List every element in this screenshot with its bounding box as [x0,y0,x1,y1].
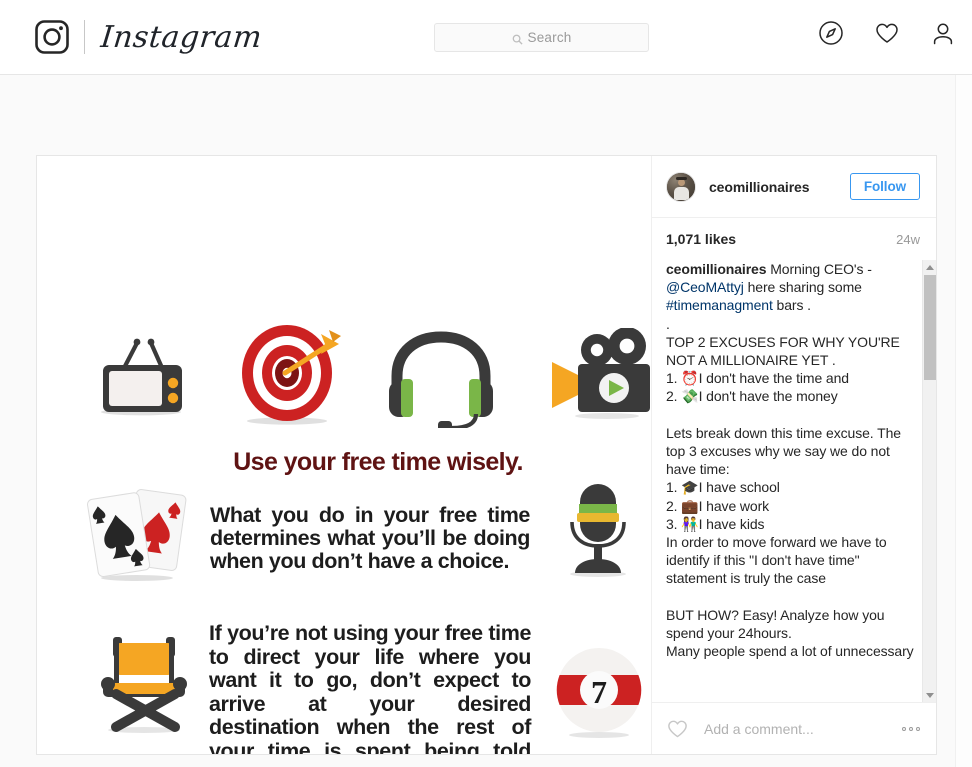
image-headline: Use your free time wisely. [233,448,523,476]
heart-icon[interactable] [666,717,689,740]
more-options-icon[interactable] [900,721,922,737]
billiard-ball-icon: 7 [553,646,645,743]
post-timestamp: 24w [896,231,920,247]
playing-cards-icon [79,483,195,588]
instagram-wordmark[interactable]: Instagram [99,20,264,55]
compass-explore-icon[interactable] [818,20,844,46]
post-image[interactable]: Use your free time wisely. What you do i… [37,156,651,754]
director-chair-icon [89,628,199,739]
image-quote-primary: What you do in your free time determines… [210,503,530,573]
avatar-hat [676,177,688,181]
heart-activity-icon[interactable] [874,20,900,46]
caption-scrollbar-thumb[interactable] [924,275,936,380]
instagram-camera-icon[interactable] [34,19,70,55]
brand-area[interactable]: Instagram [34,19,264,55]
search-input[interactable]: Search [434,23,649,52]
caption-scroll-region[interactable]: ceomillionaires Morning CEO's - @CeoMAtt… [652,260,922,702]
microphone-icon [555,478,641,583]
post-meta-row: 1,071 likes 24w [652,218,936,260]
caption-hashtag[interactable]: #timemanagment [666,297,773,313]
billiard-ball-number: 7 [591,674,607,710]
like-count[interactable]: 1,071 likes [666,231,736,247]
search-icon [512,32,523,45]
follow-button[interactable]: Follow [849,173,920,200]
person-profile-icon[interactable] [930,20,956,46]
scroll-down-arrow-icon[interactable] [923,688,936,702]
page-scrollbar[interactable] [955,75,972,767]
avatar-shirt [673,187,690,201]
brand-divider [84,20,85,54]
author-username[interactable]: ceomillionaires [709,179,810,195]
post-sidebar: ceomillionaires Follow 1,071 likes 24w c… [651,156,936,754]
comment-input[interactable] [702,719,892,738]
search-area[interactable]: Search [434,23,649,52]
caption-area: ceomillionaires Morning CEO's - @CeoMAtt… [652,260,936,702]
image-quote-secondary: If you’re not using your free time to di… [209,621,531,754]
movie-camera-icon [547,327,651,425]
caption-scrollbar[interactable] [922,260,936,702]
caption-mention[interactable]: @CeoMAttyj [666,279,744,295]
post-header: ceomillionaires Follow [652,156,936,218]
comment-bar [652,702,936,754]
headphones-icon [382,328,500,433]
scroll-up-arrow-icon[interactable] [923,260,936,274]
avatar[interactable] [666,171,696,202]
nav-icon-group [818,20,956,46]
search-placeholder-text: Search [527,30,572,45]
post-card: Use your free time wisely. What you do i… [36,155,937,755]
tv-icon [89,334,193,421]
post-caption: ceomillionaires Morning CEO's - @CeoMAtt… [666,261,914,660]
caption-username[interactable]: ceomillionaires [666,261,767,277]
top-navigation-bar: Instagram Search [0,0,972,75]
